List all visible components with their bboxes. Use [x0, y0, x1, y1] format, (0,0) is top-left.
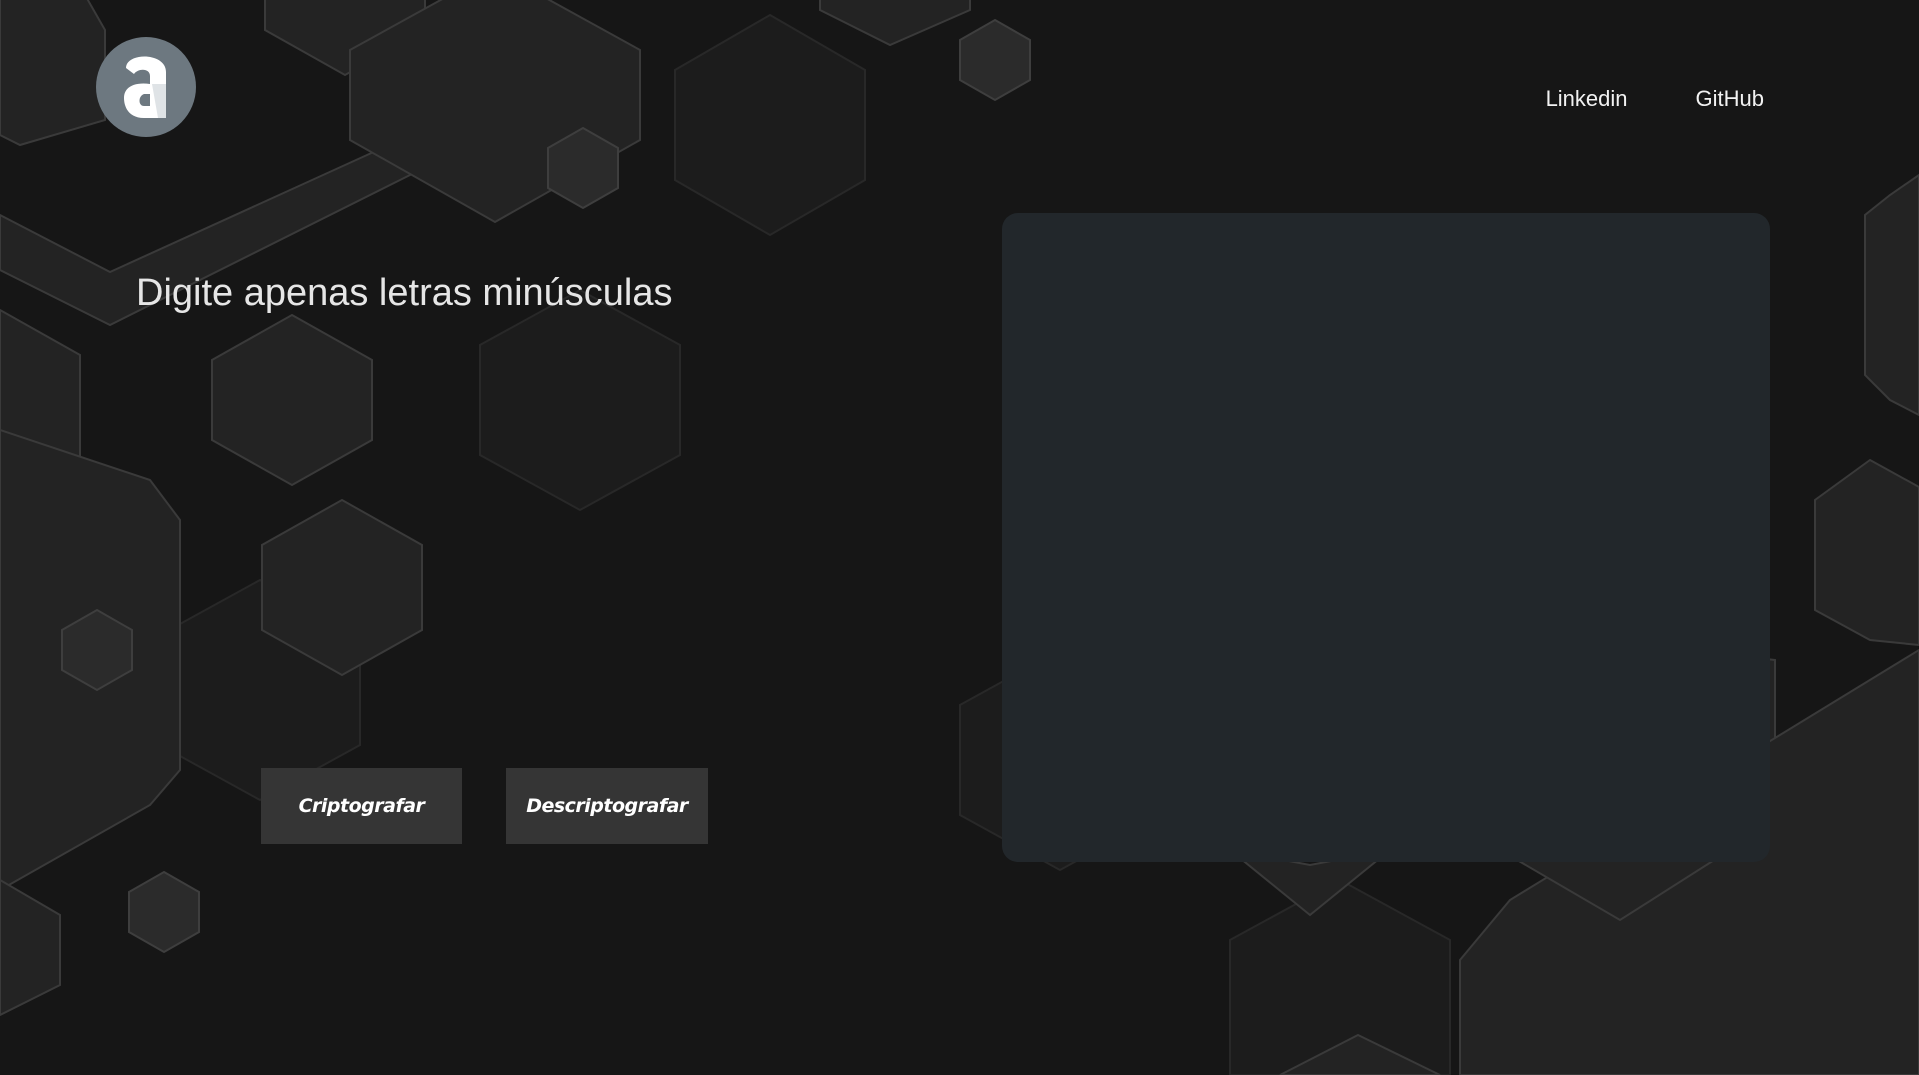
nav-linkedin-link[interactable]: Linkedin	[1546, 86, 1628, 112]
text-input[interactable]	[136, 272, 836, 692]
encrypt-button[interactable]: Criptografar	[261, 768, 462, 844]
alura-a-logo-icon	[124, 56, 166, 118]
nav-github-link[interactable]: GitHub	[1696, 86, 1764, 112]
logo[interactable]	[96, 37, 196, 137]
top-nav: Linkedin GitHub	[1546, 86, 1764, 112]
decrypt-button[interactable]: Descriptografar	[506, 768, 708, 844]
output-panel	[1002, 213, 1770, 862]
